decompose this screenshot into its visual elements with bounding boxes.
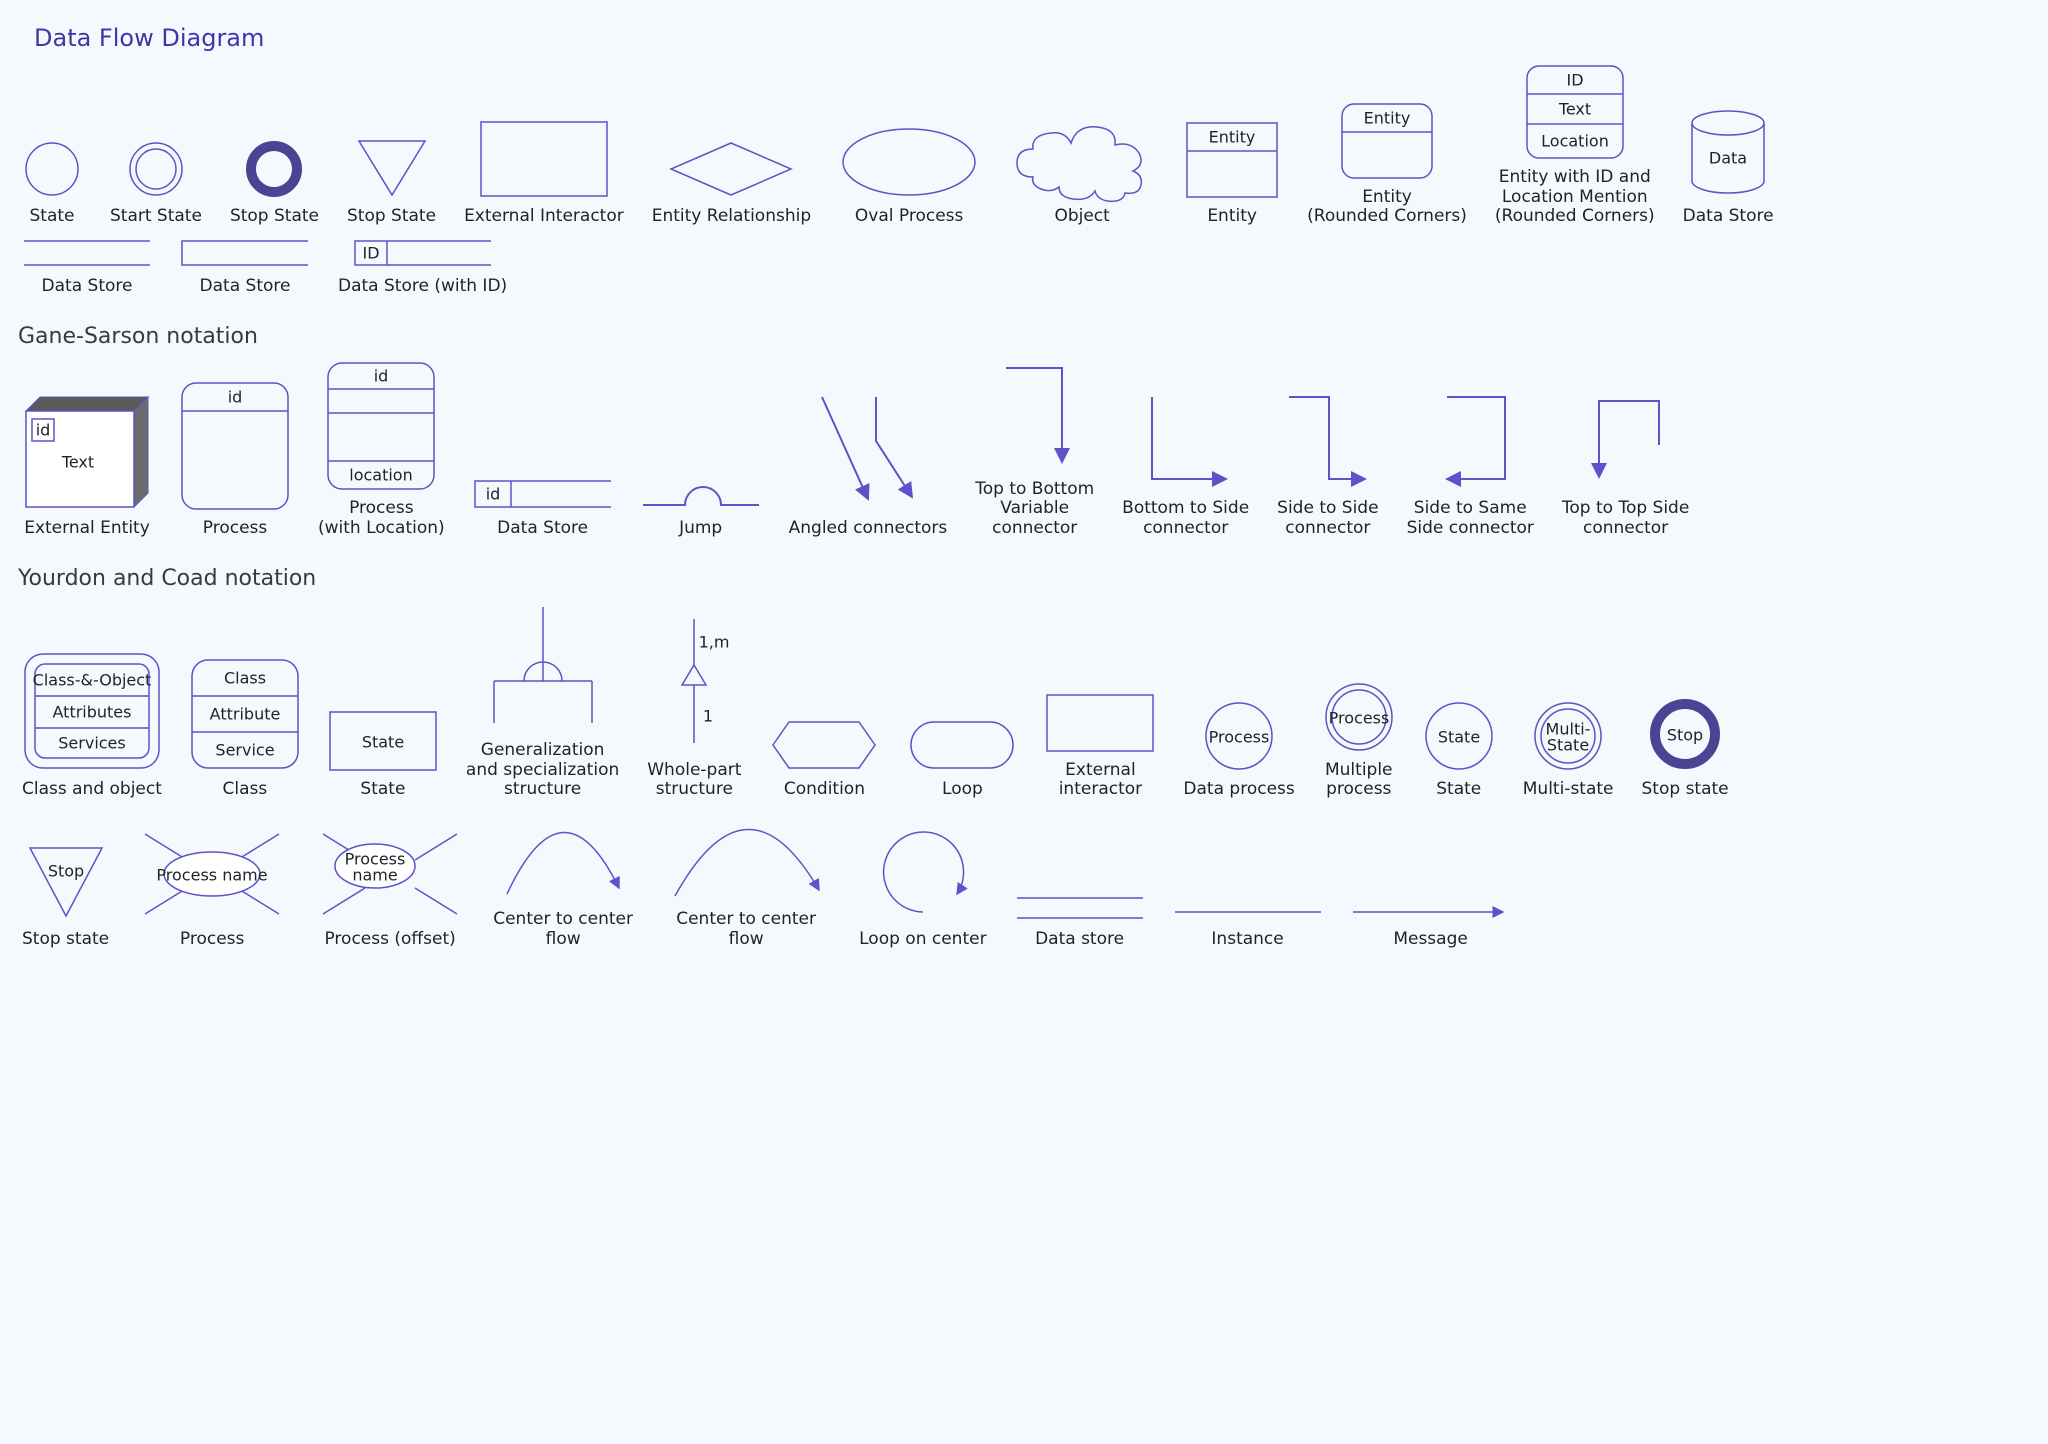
shape-data-store-cylinder: Data Data Store: [1683, 109, 1774, 227]
svg-text:id: id: [374, 367, 389, 386]
svg-text:State: State: [1438, 728, 1480, 747]
shape-gs-ttts: Top to Top Side connector: [1562, 391, 1689, 538]
shape-whole-part: 1,m 1 Whole-part structure: [647, 613, 741, 800]
svg-text:Service: Service: [215, 741, 274, 760]
shape-data-process: Process Data process: [1183, 700, 1294, 800]
gs-row-1: id Text External Entity id Process id lo…: [22, 361, 2030, 538]
shape-stop-state-tri: Stop Stop state: [22, 844, 109, 950]
svg-text:Attribute: Attribute: [210, 705, 281, 724]
svg-text:name: name: [352, 865, 397, 884]
shape-multi-state: Multi-State Multi-state: [1523, 700, 1614, 800]
shape-ctc-2: Center to center flow: [661, 826, 831, 949]
svg-text:ID: ID: [1566, 71, 1583, 90]
shape-data-store-lines: Data Store: [22, 237, 152, 297]
shape-gs-process: id Process: [180, 381, 290, 539]
shape-stop-state-ring-2: Stop Stop state: [1642, 696, 1729, 800]
shape-class-object: Class-&-Object Attributes Services Class…: [22, 650, 162, 800]
svg-text:Process: Process: [1209, 728, 1270, 747]
shape-yc-data-store: Data store: [1015, 894, 1145, 950]
shape-gs-process-location: id location Process (with Location): [318, 361, 445, 538]
shape-gen-spec: Generalization and specialization struct…: [466, 603, 619, 800]
yc-row-2: Stop Stop state Process name Process Pro…: [22, 826, 2030, 950]
shape-class: Class Attribute Service Class: [190, 654, 300, 800]
shape-data-store-with-id: ID Data Store (with ID): [338, 237, 507, 297]
svg-text:1,m: 1,m: [699, 632, 730, 651]
svg-text:ID: ID: [362, 243, 379, 262]
svg-text:Class: Class: [224, 669, 266, 688]
shape-ycstate: State State: [328, 710, 438, 800]
page-title: Data Flow Diagram: [34, 24, 2030, 52]
section-gane-sarson: Gane-Sarson notation: [18, 324, 2030, 349]
shape-process-offset: Processname Process (offset): [315, 826, 465, 950]
shape-condition: Condition: [769, 718, 879, 800]
shape-gs-data-store: id Data Store: [473, 477, 613, 539]
shape-loop-center: Loop on center: [859, 826, 986, 950]
svg-text:id: id: [485, 484, 500, 503]
shape-instance: Instance: [1173, 902, 1323, 950]
svg-text:Entity: Entity: [1209, 128, 1256, 147]
svg-text:Entity: Entity: [1364, 108, 1411, 127]
dfd-row-2: Data Store Data Store ID Data Store (wit…: [22, 237, 2030, 297]
shape-message: Message: [1351, 902, 1511, 950]
svg-text:location: location: [350, 466, 413, 485]
svg-text:Text: Text: [61, 452, 94, 471]
shape-gs-jump: Jump: [641, 475, 761, 539]
shape-stop-state-triangle: Stop State: [347, 137, 436, 227]
dfd-row-1: State Start State Stop State Stop State …: [22, 64, 2030, 227]
shape-gs-ttb: Top to Bottom Variable connector: [975, 362, 1094, 539]
svg-text:Attributes: Attributes: [52, 703, 131, 722]
shape-gs-angled-connectors: Angled connectors: [789, 391, 948, 539]
svg-text:Stop: Stop: [47, 861, 83, 880]
shape-gs-sts: Side to Side connector: [1277, 391, 1378, 538]
shape-entity-rounded: Entity Entity (Rounded Corners): [1307, 102, 1467, 227]
shape-multiple-process: Process Multiple process: [1323, 681, 1395, 800]
shape-process-name: Process name Process: [137, 826, 287, 950]
shape-oval-process: Oval Process: [839, 125, 979, 227]
section-yourdon-coad: Yourdon and Coad notation: [18, 566, 2030, 591]
shape-gs-bts: Bottom to Side connector: [1122, 391, 1249, 538]
svg-text:State: State: [1547, 736, 1589, 755]
svg-text:1: 1: [703, 706, 713, 725]
svg-text:Services: Services: [58, 734, 125, 753]
shape-loop: Loop: [907, 718, 1017, 800]
shape-external-interactor: External Interactor: [464, 119, 624, 227]
svg-text:Process: Process: [1328, 708, 1389, 727]
shape-state-circle: State State: [1423, 700, 1495, 800]
svg-text:Location: Location: [1541, 132, 1609, 151]
svg-text:Stop: Stop: [1667, 726, 1703, 745]
svg-text:Process name: Process name: [157, 865, 268, 884]
shape-entity: Entity Entity: [1185, 121, 1279, 227]
svg-text:Data: Data: [1709, 149, 1747, 168]
shape-stop-state-ring: Stop State: [230, 139, 319, 227]
svg-text:Text: Text: [1558, 100, 1591, 119]
svg-text:id: id: [36, 420, 51, 439]
shape-gs-stss: Side to Same Side connector: [1407, 391, 1534, 538]
yc-row-1: Class-&-Object Attributes Services Class…: [22, 603, 2030, 800]
svg-text:id: id: [228, 387, 243, 406]
shape-yc-external: External interactor: [1045, 693, 1155, 800]
svg-text:State: State: [362, 733, 404, 752]
svg-text:Class-&-Object: Class-&-Object: [33, 671, 152, 690]
shape-ctc-1: Center to center flow: [493, 826, 633, 949]
shape-state: State: [22, 139, 82, 227]
shape-start-state: Start State: [110, 139, 202, 227]
shape-object-cloud: Object: [1007, 123, 1157, 227]
shape-data-store-open: Data Store: [180, 237, 310, 297]
shape-entity-id-loc: ID Text Location Entity with ID and Loca…: [1495, 64, 1655, 227]
shape-gs-external-entity: id Text External Entity: [22, 393, 152, 539]
shape-entity-relationship: Entity Relationship: [652, 139, 811, 227]
